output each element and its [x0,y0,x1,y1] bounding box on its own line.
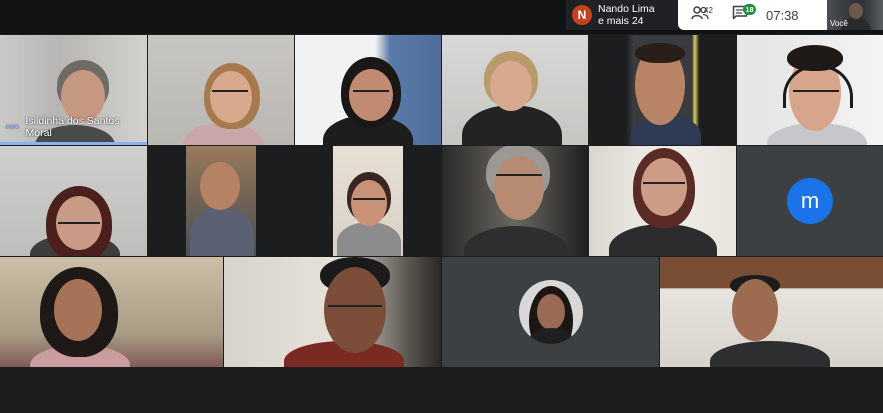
speaking-indicator [0,142,147,145]
video-tile[interactable] [224,257,441,367]
chat-count-badge: 18 [743,4,756,15]
video-tile[interactable]: ••• Isildinha dos Santos Moral [0,35,147,145]
presenter-others: e mais 24 [598,15,644,27]
participant-avatar: m [787,178,833,224]
video-tile-no-camera[interactable] [442,257,659,367]
video-tile[interactable] [148,146,294,256]
meeting-controls: 42 18 07:38 [678,0,827,30]
video-tile[interactable] [0,146,147,256]
presenter-avatar: N [572,5,592,25]
video-tile[interactable] [660,257,883,367]
participant-count: 42 [704,6,713,15]
video-tile[interactable] [0,257,223,367]
video-tile[interactable] [589,35,736,145]
participant-avatar-photo [518,280,583,344]
presenter-name: Nando Lima [598,3,655,15]
presenter-chip[interactable]: N Nando Lima e mais 24 [566,0,678,30]
self-view-label: Você [830,19,848,28]
video-tile[interactable] [737,35,883,145]
video-tile-no-camera[interactable]: m [737,146,883,256]
video-tile[interactable] [148,35,294,145]
self-view-tile[interactable]: Você [827,0,883,30]
video-tile[interactable] [295,35,441,145]
meeting-clock: 07:38 [766,7,799,23]
video-tile[interactable] [589,146,736,256]
video-tile[interactable] [442,146,588,256]
audio-activity-icon: ••• [6,121,20,133]
video-tile[interactable] [442,35,588,145]
video-tile[interactable] [295,146,441,256]
participants-button[interactable]: 42 [678,0,722,30]
chat-button[interactable]: 18 [722,0,758,30]
participant-name: Isildinha dos Santos Moral [25,115,120,139]
